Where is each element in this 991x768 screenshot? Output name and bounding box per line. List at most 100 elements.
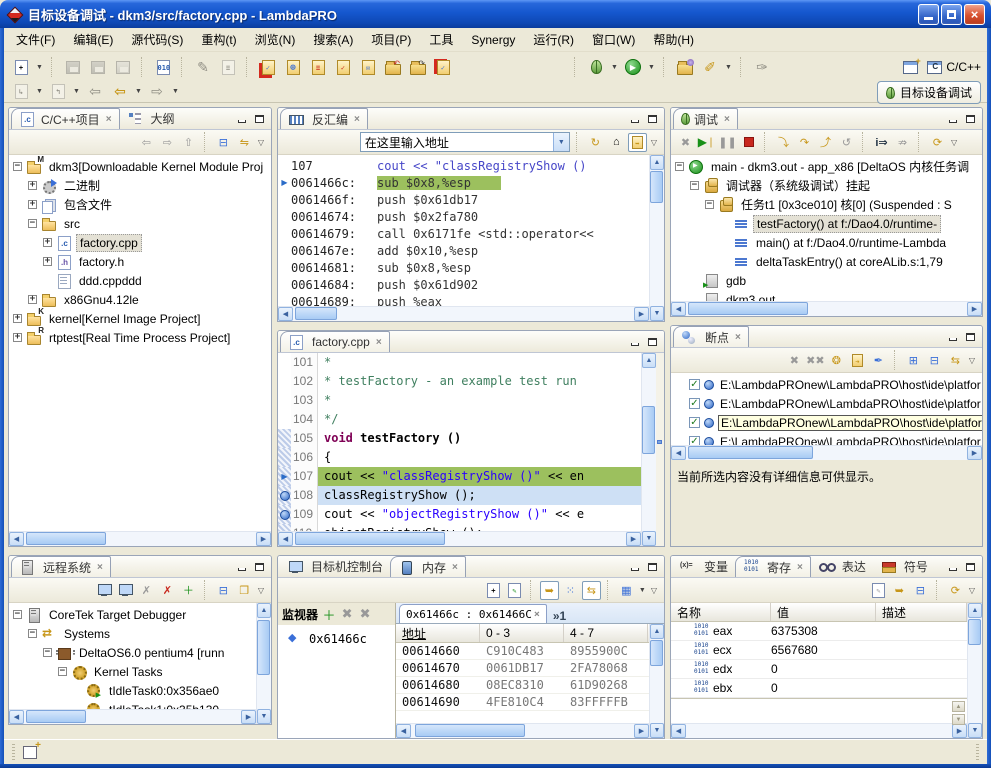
run-button[interactable]: ▶ [622, 56, 644, 78]
registers-table-header[interactable]: 名称 值 描述 [671, 603, 967, 622]
menu-item[interactable]: Synergy [463, 30, 523, 50]
maximize-view-button[interactable] [252, 112, 267, 125]
detail-scroll-down-icon[interactable]: ▼ [952, 714, 965, 725]
menu-item[interactable]: 工具 [421, 28, 461, 51]
debug-button[interactable] [585, 56, 607, 78]
go-to-last-position-button[interactable]: ↰ [47, 80, 69, 102]
back-icon[interactable]: ⇦ [137, 133, 156, 152]
annotation-gutter[interactable] [278, 391, 291, 410]
annotation-gutter[interactable] [278, 486, 291, 505]
link-renderings-icon[interactable]: ➥ [540, 581, 559, 600]
show-supported-icon[interactable]: ✒ [869, 351, 888, 370]
new-memory-view-icon[interactable]: + [484, 581, 503, 600]
remove-all-breakpoints-icon[interactable]: ✖✖ [806, 351, 825, 370]
layout-dropdown-icon[interactable]: ▼ [638, 579, 647, 601]
connect-icon[interactable] [95, 581, 114, 600]
close-icon[interactable]: × [797, 562, 803, 573]
editor-line[interactable]: 110 objectRegistryShow (); [278, 524, 641, 531]
tree-item[interactable]: −DeltaOS6.0 pentium4 [runn [9, 643, 256, 662]
script-mail-button[interactable]: ✉ [357, 56, 379, 78]
memory-row[interactable]: 00614660C910C4838955900C [396, 643, 649, 660]
editor-code-area[interactable]: 101*102* testFactory - an example test r… [278, 353, 641, 531]
suspend-icon[interactable]: ❚❚ [718, 133, 737, 152]
refresh-icon[interactable]: ↻ [586, 133, 605, 152]
horizontal-scrollbar[interactable]: ◀▶ [278, 306, 649, 321]
close-icon[interactable]: × [452, 562, 458, 573]
back-history-icon[interactable]: ⇦ [84, 80, 106, 102]
perspective-cpp-button[interactable]: C/C++ [927, 60, 981, 74]
expander-icon[interactable]: − [705, 200, 714, 209]
breakpoint-item[interactable]: ✓E:\LambdaPROnew\LambdaPRO\host\ide\plat… [671, 375, 982, 394]
expander-icon[interactable]: − [13, 162, 22, 171]
tree-item[interactable]: +ddd.cppddd [9, 271, 271, 290]
expander-icon[interactable]: + [13, 314, 22, 323]
expander-icon[interactable]: + [28, 295, 37, 304]
run-dropdown-icon[interactable]: ▼ [647, 56, 656, 78]
close-icon[interactable]: × [354, 114, 360, 125]
registers-table[interactable]: eax6375308ecx6567680edx0ebx0 [671, 622, 967, 698]
horizontal-scrollbar[interactable]: ◀▶ [396, 723, 649, 738]
save-button[interactable] [62, 56, 84, 78]
expand-all-icon[interactable]: ⊞ [904, 351, 923, 370]
vertical-scrollbar[interactable]: ▲▼ [967, 603, 982, 738]
maximize-view-button[interactable] [963, 560, 978, 573]
memory-table-header[interactable]: 地址 0 - 3 4 - 7 [396, 624, 649, 643]
open-makefile-button[interactable]: ↶ [382, 56, 404, 78]
breakpoint-item[interactable]: ✓E:\LambdaPROnew\LambdaPRO\host\ide\plat… [671, 394, 982, 413]
tab-variables[interactable]: 变量 [673, 556, 735, 577]
binary-file-button[interactable]: 010 [152, 56, 174, 78]
print-button[interactable] [112, 56, 134, 78]
horizontal-scrollbar[interactable]: ◀▶ [671, 301, 982, 316]
address-combo[interactable]: ▼ [360, 132, 570, 152]
tree-item[interactable]: −Kernel Tasks [9, 662, 256, 681]
collapse-all-icon[interactable]: ⊟ [214, 581, 233, 600]
remove-breakpoint-icon[interactable]: ✖ [785, 351, 804, 370]
minimize-view-button[interactable] [234, 560, 249, 573]
annotation-gutter[interactable]: ▶ [278, 467, 291, 486]
annotation-gutter[interactable] [278, 505, 291, 524]
close-window-button[interactable]: × [964, 4, 985, 25]
minimize-window-button[interactable] [918, 4, 939, 25]
annotation-gutter[interactable] [278, 524, 291, 531]
close-icon[interactable]: × [724, 114, 730, 125]
tree-item[interactable]: +tIdleTask1:0x35b130 [9, 700, 256, 709]
debug-dropdown-icon[interactable]: ▼ [610, 56, 619, 78]
menu-item[interactable]: 文件(F) [8, 28, 63, 51]
menu-item[interactable]: 编辑(E) [65, 28, 121, 51]
refresh-icon[interactable]: ❐ [235, 581, 254, 600]
breakpoint-enabled-checkbox[interactable]: ✓ [689, 379, 700, 390]
editor-line[interactable]: 106{ [278, 448, 641, 467]
tree-item[interactable]: −CoreTek Target Debugger [9, 605, 256, 624]
editor-line[interactable]: 103* [278, 391, 641, 410]
close-icon[interactable]: × [534, 609, 540, 620]
step-return-icon[interactable]: ⤴ [816, 133, 835, 152]
menu-item[interactable]: 重构(t) [193, 28, 244, 51]
editor-line[interactable]: 105void testFactory () [278, 429, 641, 448]
editor-line[interactable]: 102* testFactory - an example test run [278, 372, 641, 391]
pin-memory-icon[interactable]: ✎ [505, 581, 524, 600]
tree-item[interactable]: +Rrtptest[Real Time Process Project] [9, 328, 271, 347]
show-type-names-icon[interactable]: ✎ [869, 581, 888, 600]
disassembly-row[interactable]: 107cout << "classRegistryShow () [278, 157, 649, 174]
new-connection-icon[interactable]: ✗ [137, 581, 156, 600]
up-icon[interactable]: ⇧ [179, 133, 198, 152]
tab-target-console[interactable]: 目标机控制台 [280, 556, 390, 577]
tree-item[interactable]: +testFactory() at f:/Dao4.0/runtime- [671, 214, 982, 233]
import-project-button[interactable]: ↷ [407, 56, 429, 78]
tree-item[interactable]: +deltaTaskEntry() at coreALib.s:1,79 [671, 252, 982, 271]
vertical-scrollbar[interactable]: ▲▼ [641, 353, 656, 546]
maximize-view-button[interactable] [645, 560, 660, 573]
target-check-button[interactable]: ✓ [432, 56, 454, 78]
layout-icon[interactable]: ▦ [617, 581, 636, 600]
combo-dropdown-icon[interactable]: ▼ [553, 133, 569, 151]
expander-icon[interactable]: − [690, 181, 699, 190]
disassembly-row[interactable]: 0061467e:add $0x10,%esp [278, 242, 649, 259]
menu-item[interactable]: 运行(R) [525, 28, 582, 51]
expander-icon[interactable]: + [43, 238, 52, 247]
tab-registers[interactable]: 寄存 × [735, 556, 811, 577]
fast-view-icon[interactable] [23, 746, 37, 759]
menu-item[interactable]: 浏览(N) [247, 28, 304, 51]
tree-item[interactable]: −Mdkm3[Downloadable Kernel Module Proj [9, 157, 271, 176]
view-menu-icon[interactable]: ▽ [649, 138, 659, 147]
remove-all-monitors-icon[interactable]: ✖ [358, 607, 372, 621]
